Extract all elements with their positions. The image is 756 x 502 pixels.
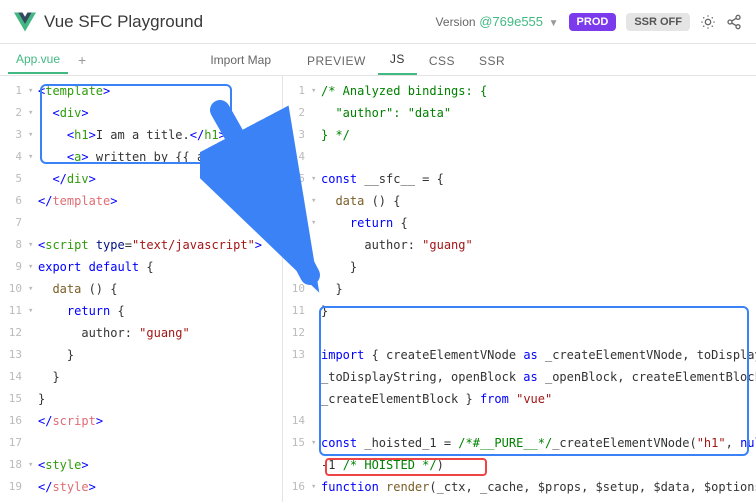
code-line[interactable]: 12 author: "guang" [0, 322, 282, 344]
code-line[interactable]: 12 [283, 322, 756, 344]
code-line[interactable]: 7▾ return { [283, 212, 756, 234]
left-tabs: App.vue + Import Map [0, 44, 283, 75]
code-line[interactable]: 3▾ <h1>I am a title.</h1> [0, 124, 282, 146]
code-line[interactable]: 1▾<template> [0, 80, 282, 102]
code-line[interactable]: 15▾const _hoisted_1 = /*#__PURE__*/_crea… [283, 432, 756, 454]
tab-css[interactable]: CSS [417, 47, 467, 75]
code-line[interactable]: _createElementBlock } from "vue" [283, 388, 756, 410]
code-line[interactable]: 2▾ <div> [0, 102, 282, 124]
prod-badge[interactable]: PROD [569, 13, 617, 31]
code-line[interactable]: 19</style> [0, 476, 282, 498]
code-line[interactable]: 8▾<script type="text/javascript"> [0, 234, 282, 256]
chevron-down-icon: ▼ [549, 18, 559, 29]
import-map-tab[interactable]: Import Map [210, 53, 275, 67]
vue-logo-icon [14, 11, 36, 33]
code-line[interactable]: 16▾function render(_ctx, _cache, $props,… [283, 476, 756, 498]
code-line[interactable]: 11} [283, 300, 756, 322]
tabs-row: App.vue + Import Map PREVIEW JS CSS SSR [0, 44, 756, 76]
output-viewer[interactable]: 1▾/* Analyzed bindings: {2 "author": "da… [283, 76, 756, 502]
share-icon[interactable] [726, 14, 742, 30]
code-line[interactable]: 14 } [0, 366, 282, 388]
tab-preview[interactable]: PREVIEW [295, 47, 378, 75]
code-line[interactable]: 18▾<style> [0, 454, 282, 476]
code-line[interactable]: 15} [0, 388, 282, 410]
header: Vue SFC Playground Version @769e555 ▼ PR… [0, 0, 756, 44]
app-title: Vue SFC Playground [44, 12, 203, 32]
main: 1▾<template>2▾ <div>3▾ <h1>I am a title.… [0, 76, 756, 502]
code-line[interactable]: 5▾const __sfc__ = { [283, 168, 756, 190]
source-editor[interactable]: 1▾<template>2▾ <div>3▾ <h1>I am a title.… [0, 76, 283, 502]
add-tab-button[interactable]: + [72, 52, 92, 68]
file-tab-app[interactable]: App.vue [8, 46, 68, 74]
code-line[interactable]: 1▾/* Analyzed bindings: { [283, 80, 756, 102]
code-line[interactable]: -1 /* HOISTED */) [283, 454, 756, 476]
header-left: Vue SFC Playground [14, 11, 203, 33]
code-line[interactable]: 13import { createElementVNode as _create… [283, 344, 756, 366]
code-line[interactable]: 6▾ data () { [283, 190, 756, 212]
code-line[interactable]: 5 </div> [0, 168, 282, 190]
code-line[interactable]: 3} */ [283, 124, 756, 146]
code-line[interactable]: 7 [0, 212, 282, 234]
code-line[interactable]: 17▾ return (_openBlock(), _createElement… [283, 498, 756, 502]
code-line[interactable]: 14 [283, 410, 756, 432]
code-line[interactable]: 4▾ <a> written by {{ author }}</a> [0, 146, 282, 168]
theme-toggle-icon[interactable] [700, 14, 716, 30]
code-line[interactable]: 10 } [283, 278, 756, 300]
version-selector[interactable]: Version @769e555 ▼ [436, 14, 559, 29]
code-line[interactable]: 9 } [283, 256, 756, 278]
code-line[interactable]: 17 [0, 432, 282, 454]
code-line[interactable]: 4 [283, 146, 756, 168]
output-tabs: PREVIEW JS CSS SSR [283, 44, 517, 75]
file-tabs: App.vue + [8, 46, 92, 74]
tab-ssr[interactable]: SSR [467, 47, 517, 75]
header-right: Version @769e555 ▼ PROD SSR OFF [436, 13, 742, 31]
code-line[interactable]: 11▾ return { [0, 300, 282, 322]
tab-js[interactable]: JS [378, 45, 417, 75]
code-line[interactable]: 16</script> [0, 410, 282, 432]
code-line[interactable]: 8 author: "guang" [283, 234, 756, 256]
code-line[interactable]: 6</template> [0, 190, 282, 212]
code-line[interactable]: 13 } [0, 344, 282, 366]
code-line[interactable]: 2 "author": "data" [283, 102, 756, 124]
code-line[interactable]: _toDisplayString, openBlock as _openBloc… [283, 366, 756, 388]
ssr-badge[interactable]: SSR OFF [626, 13, 690, 31]
code-line[interactable]: 10▾ data () { [0, 278, 282, 300]
code-line[interactable]: 9▾export default { [0, 256, 282, 278]
